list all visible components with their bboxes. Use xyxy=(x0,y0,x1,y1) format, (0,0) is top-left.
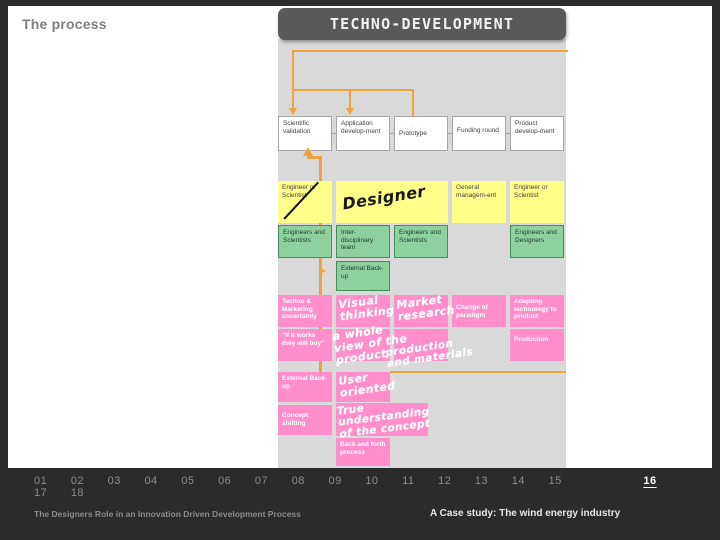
page-number-11[interactable]: 11 xyxy=(402,475,414,487)
slide-footer: 01 02 03 04 05 06 07 08 09 10 11 12 13 1… xyxy=(0,468,720,540)
page-number-15[interactable]: 15 xyxy=(549,475,562,487)
team-box-interdisciplinary-team[interactable]: Inter-disciplinary team xyxy=(336,225,390,258)
page-number-12[interactable]: 12 xyxy=(438,475,451,487)
team-box-engineers-and-designers[interactable]: Engineers and Designers xyxy=(510,225,564,258)
page-number-16-current[interactable]: 16 xyxy=(643,475,656,487)
return-branch-arrow-whole-view xyxy=(320,268,326,274)
page-number-01[interactable]: 01 xyxy=(34,475,47,487)
stage-box-scientific-validation[interactable]: Scientific validation xyxy=(278,116,332,151)
issue-box-market-research[interactable] xyxy=(394,295,448,327)
issue-box-change-of-paradigm[interactable]: Change of paradigm xyxy=(452,295,506,327)
footer-subtitle-right: A Case study: The wind energy industry xyxy=(430,508,621,519)
page-navigation: 01 02 03 04 05 06 07 08 09 10 11 12 13 1… xyxy=(34,475,694,499)
bottom-feedback-line xyxy=(390,371,566,373)
process-diagram: TECHNO-DEVELOPMENT Scientific validation… xyxy=(270,6,568,468)
issue-box-whole-view-of-product[interactable] xyxy=(336,329,390,361)
page-number-14[interactable]: 14 xyxy=(512,475,525,487)
page-number-06[interactable]: 06 xyxy=(218,475,231,487)
page-number-04[interactable]: 04 xyxy=(144,475,157,487)
feedback-line-left-vert xyxy=(292,50,294,113)
page-number-13[interactable]: 13 xyxy=(475,475,488,487)
page-number-18[interactable]: 18 xyxy=(71,487,84,499)
return-arrow-to-scientific-validation xyxy=(303,147,313,156)
stage-box-funding-round[interactable]: Funding round xyxy=(452,116,506,151)
page-number-05[interactable]: 05 xyxy=(181,475,194,487)
screenshot-root: The process TECHNO-DEVELOPMENT Scientifi… xyxy=(0,0,720,540)
page-number-07[interactable]: 07 xyxy=(255,475,268,487)
page-number-10[interactable]: 10 xyxy=(365,475,378,487)
feedback-line-mid xyxy=(292,89,413,91)
issue-box-adapting-technology-to-product[interactable]: Adapting technology to product xyxy=(510,295,564,327)
page-number-03[interactable]: 03 xyxy=(108,475,121,487)
page-number-08[interactable]: 08 xyxy=(292,475,305,487)
issue-box-visual-thinking[interactable] xyxy=(336,295,390,327)
team-box-engineers-and-scientists-1[interactable]: Engineers and Scientists xyxy=(278,225,332,258)
page-number-17[interactable]: 17 xyxy=(34,487,47,499)
stage-box-prototype[interactable]: Prototype xyxy=(394,116,448,151)
issue-box-production-and-materials[interactable] xyxy=(394,329,448,361)
page-title: The process xyxy=(22,16,107,32)
stage-box-product-development[interactable]: Product develop-ment xyxy=(510,116,564,151)
feedback-line-top xyxy=(292,50,568,52)
return-line-elbow xyxy=(307,156,321,160)
role-box-engineer-or-scientist-2[interactable]: Engineer or Scientist xyxy=(510,181,564,223)
page-number-02[interactable]: 02 xyxy=(71,475,84,487)
footer-subtitle-left: The Designers Role in an Innovation Driv… xyxy=(34,509,301,519)
slide-canvas: The process TECHNO-DEVELOPMENT Scientifi… xyxy=(8,6,712,468)
diagram-banner: TECHNO-DEVELOPMENT xyxy=(278,8,566,40)
page-number-09[interactable]: 09 xyxy=(329,475,342,487)
issue-box-external-backup[interactable]: External Back-up xyxy=(278,372,332,402)
issue-box-techno-marketing-uncertainty[interactable]: Techno & Marketing uncertainty xyxy=(278,295,332,327)
issue-box-production[interactable]: Production xyxy=(510,329,564,361)
role-box-general-management[interactable]: General managem-ent xyxy=(452,181,506,223)
issue-box-concept-shifting[interactable]: Concept shifting xyxy=(278,405,332,435)
issue-box-back-and-forth-process[interactable]: Back and forth process xyxy=(336,438,390,466)
team-box-external-backup[interactable]: External Back-up xyxy=(336,261,390,291)
diagram-banner-label: TECHNO-DEVELOPMENT xyxy=(329,15,515,33)
feedback-arrow-stage1 xyxy=(289,108,297,115)
issue-box-true-understanding[interactable] xyxy=(336,403,428,436)
stage-box-application-development[interactable]: Application develop-ment xyxy=(336,116,390,151)
team-box-engineers-and-scientists-2[interactable]: Engineers and Scientists xyxy=(394,225,448,258)
feedback-arrow-stage2 xyxy=(346,108,354,115)
issue-box-user-oriented[interactable] xyxy=(336,372,390,402)
role-box-designer-area[interactable] xyxy=(336,181,448,223)
issue-box-if-it-works-they-will-buy[interactable]: "If it works they will buy" xyxy=(278,329,332,361)
